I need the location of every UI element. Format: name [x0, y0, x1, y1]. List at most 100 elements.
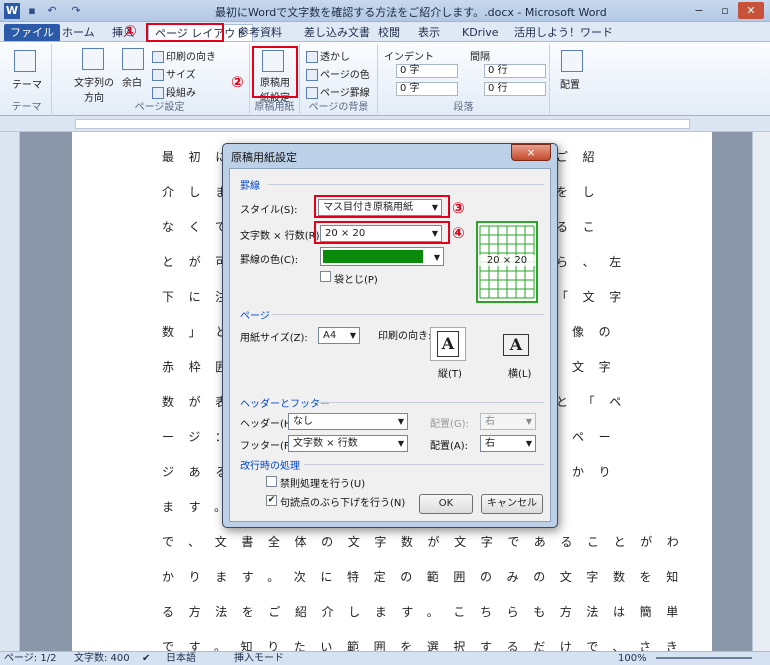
arrange-button[interactable]: 配置: [560, 76, 580, 91]
fold-checkbox[interactable]: [320, 271, 331, 282]
page-borders-button[interactable]: ページ罫線: [306, 84, 370, 99]
theme-button[interactable]: テーマ: [12, 76, 42, 91]
fold-label: 袋とじ(P): [334, 275, 378, 286]
status-page[interactable]: ページ: 1/2: [4, 652, 56, 665]
style-label: スタイル(S):: [240, 205, 298, 216]
theme-icon[interactable]: [14, 50, 36, 72]
ribbon: テーマ テーマ 文字列の方向 余白 印刷の向き サイズ 段組み ページ設定 原稿…: [0, 42, 770, 116]
header-select[interactable]: なし ▼: [288, 413, 408, 430]
vertical-ruler[interactable]: [0, 132, 20, 651]
page-color-label: ページの色: [320, 70, 370, 81]
arrange-icon[interactable]: [561, 50, 583, 72]
group-arrange: 配置: [552, 44, 592, 114]
cancel-button[interactable]: キャンセル: [481, 494, 543, 514]
group-paragraph: インデント 間隔 0 字 0 字 0 行 0 行 段落: [378, 44, 550, 114]
status-zoom[interactable]: 100%: [618, 652, 647, 665]
highlight-box-3: [314, 195, 450, 218]
status-insert-mode[interactable]: 挿入モード: [234, 652, 284, 665]
tab-kdrive[interactable]: KDrive: [456, 24, 505, 41]
highlight-box-1: [146, 23, 224, 42]
tab-home[interactable]: ホーム: [56, 24, 101, 41]
status-word-count[interactable]: 文字数: 400: [74, 652, 130, 665]
document-line-right: かり: [572, 465, 626, 479]
indent-right-field[interactable]: 0 字: [396, 82, 458, 96]
tab-file[interactable]: ファイル: [4, 24, 60, 41]
orientation-icon: [152, 51, 164, 63]
group-label: ページ設定: [134, 102, 185, 113]
columns-button[interactable]: 段組み: [152, 84, 196, 99]
vertical-scrollbar[interactable]: [752, 132, 770, 651]
paper-size-select[interactable]: A4 ▼: [318, 327, 360, 344]
landscape-page-icon: A: [503, 334, 529, 356]
status-language[interactable]: 日本語: [166, 652, 196, 665]
spacing-before-field[interactable]: 0 行: [484, 64, 546, 78]
margins-icon[interactable]: [122, 48, 144, 70]
preview-label: 20 × 20: [478, 255, 536, 266]
portrait-page-icon: A: [437, 331, 459, 357]
document-line-right: をし: [556, 185, 610, 199]
chevron-down-icon: ▼: [525, 439, 532, 448]
orientation-label: 印刷の向き:: [378, 331, 432, 342]
landscape-button[interactable]: A: [498, 327, 534, 361]
save-icon[interactable]: ▪: [24, 3, 40, 19]
annotation-2: ②: [231, 73, 244, 91]
watermark-icon: [306, 51, 318, 63]
ok-button[interactable]: OK: [419, 494, 473, 514]
footer-align-label: 配置(A):: [430, 441, 469, 452]
burasage-checkbox[interactable]: ✔: [266, 495, 277, 506]
portrait-button[interactable]: A: [430, 327, 466, 361]
header-value: なし: [293, 416, 313, 427]
header-align-select[interactable]: 右 ▼: [480, 413, 536, 430]
zoom-slider[interactable]: [656, 657, 752, 659]
horizontal-ruler[interactable]: [0, 116, 770, 132]
section-page-label: ページ: [240, 311, 270, 322]
size-button[interactable]: サイズ: [152, 66, 196, 81]
group-background: 透かし ページの色 ページ罫線 ページの背景: [300, 44, 378, 114]
tab-mailings[interactable]: 差し込み文書: [298, 24, 376, 41]
divider: [268, 184, 544, 185]
grid-preview: 20 × 20: [476, 221, 538, 303]
document-line-right: ら、左: [556, 255, 636, 269]
indent-label: インデント: [384, 52, 434, 63]
paper-size-label: 用紙サイズ(Z):: [240, 333, 308, 344]
page-color-button[interactable]: ページの色: [306, 66, 370, 81]
document-line: る方法をご紹介します。こちらも方法は簡単: [162, 605, 693, 619]
page-color-icon: [306, 69, 318, 81]
kinsoku-checkbox[interactable]: [266, 476, 277, 487]
undo-icon[interactable]: ↶: [44, 3, 60, 19]
section-wrap-label: 改行時の処理: [240, 461, 300, 472]
window-title: 最初にWordで文字数を確認する方法をご紹介します。.docx - Micros…: [215, 6, 607, 19]
footer-select[interactable]: 文字数 × 行数 ▼: [288, 435, 408, 452]
minimize-icon[interactable]: −: [686, 2, 712, 19]
redo-icon[interactable]: ↷: [68, 3, 84, 19]
dialog-close-button[interactable]: ×: [511, 144, 551, 161]
text-direction-icon[interactable]: [82, 48, 104, 70]
size-icon: [152, 69, 164, 81]
close-icon[interactable]: ✕: [738, 2, 764, 19]
highlight-box-2: [252, 46, 298, 98]
chevron-down-icon: ▼: [397, 417, 404, 426]
footer-value: 文字数 × 行数: [293, 438, 358, 449]
orientation-button[interactable]: 印刷の向き: [152, 48, 216, 63]
tab-references[interactable]: 参考資料: [232, 24, 288, 41]
dialog-body: 罫線 スタイル(S): マス目付き原稿用紙 ▼ 文字数 × 行数(R): 20 ×…: [229, 168, 551, 522]
group-theme: テーマ テーマ: [2, 44, 52, 114]
header-align-value: 右: [485, 416, 495, 427]
margins-button[interactable]: 余白: [122, 74, 142, 89]
proofing-icon[interactable]: ✔: [142, 652, 150, 665]
maximize-icon[interactable]: ▫: [712, 2, 738, 19]
chars-lines-label: 文字数 × 行数(R):: [240, 231, 323, 242]
grid-color-select[interactable]: ▼: [320, 247, 444, 266]
document-line-right: るこ: [556, 220, 610, 234]
indent-left-field[interactable]: 0 字: [396, 64, 458, 78]
tab-word-tips[interactable]: 活用しよう！ワード: [508, 24, 619, 41]
color-swatch: [323, 250, 423, 263]
tab-view[interactable]: 表示: [412, 24, 446, 41]
group-label: テーマ: [11, 102, 42, 113]
watermark-button[interactable]: 透かし: [306, 48, 350, 63]
kinsoku-label: 禁則処理を行う(U): [280, 479, 366, 490]
spacing-after-field[interactable]: 0 行: [484, 82, 546, 96]
footer-align-select[interactable]: 右 ▼: [480, 435, 536, 452]
tab-review[interactable]: 校閲: [372, 24, 406, 41]
annotation-3: ③: [452, 199, 465, 217]
